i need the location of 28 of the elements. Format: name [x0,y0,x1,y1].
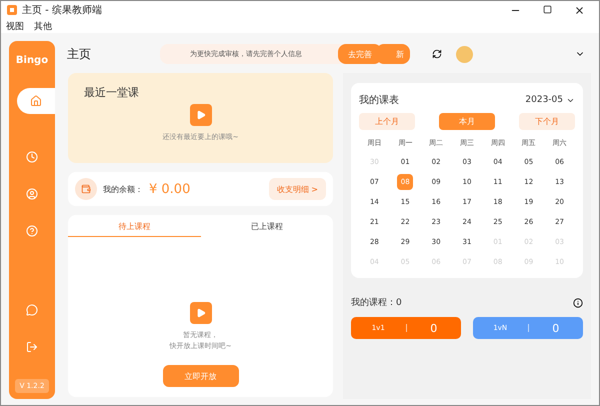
close-icon[interactable] [574,4,585,16]
logout-icon [26,341,38,353]
home-icon [30,95,42,107]
window-title: 主页 - 缤果教师端 [22,4,103,17]
info-icon[interactable] [573,298,583,308]
page-title: 主页 [67,46,92,62]
course-tab[interactable]: 已上课程 [200,215,333,237]
help-icon [26,225,38,237]
clock-icon [26,151,38,163]
app-icon [7,5,17,15]
month-select[interactable]: 2023-05 [525,95,563,105]
course-type-count: 0 [429,322,438,334]
balance-amount: ¥ 0.00 [149,182,192,196]
maximize-icon[interactable] [543,4,552,14]
chat-icon [26,304,38,316]
menu-item[interactable]: 视图 [6,20,24,32]
logo: Bingo [16,55,48,66]
video-icon [190,302,212,324]
refresh-icon[interactable] [432,49,442,59]
wallet-icon [75,178,97,200]
balance-label: 我的余额： [103,184,143,194]
card-title: 最近一堂课 [84,85,139,100]
courses-count: 我的课程：0 [351,296,402,309]
menu-item[interactable]: 其他 [34,20,52,32]
video-icon [190,104,212,126]
calendar-title: 我的课表 [359,94,399,107]
course-type-count: 0 [551,322,560,334]
user-icon [26,188,38,200]
